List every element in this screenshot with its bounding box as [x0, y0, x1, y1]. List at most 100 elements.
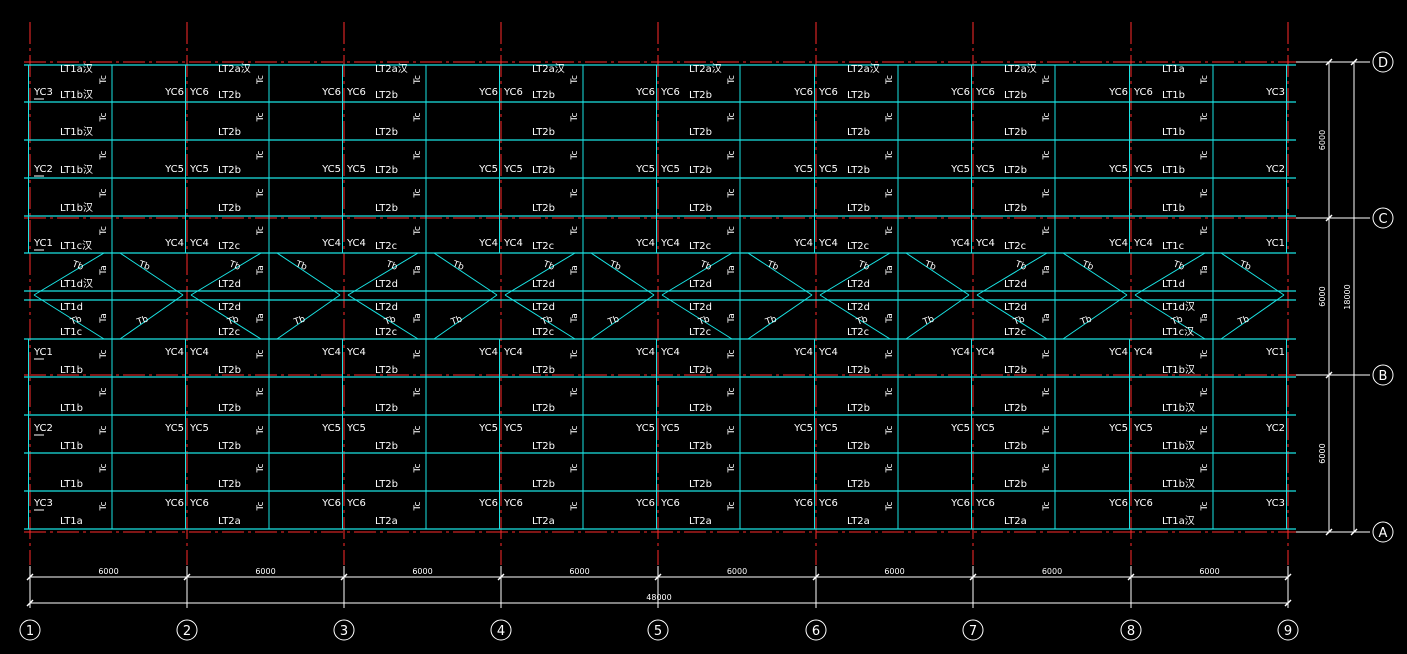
column-label-edge: YC1 [33, 238, 53, 249]
column-label-mid: YC6 [793, 87, 813, 98]
beam-label: LT2d [532, 302, 555, 313]
beam-label: LT2b [532, 479, 555, 490]
tc-label: Tc [727, 425, 737, 435]
beam-label: LT2b [375, 165, 398, 176]
tc-label: Tc [413, 387, 423, 397]
tc-label: Tc [885, 188, 895, 198]
beam-label: LT1b汉 [60, 89, 93, 101]
ta-label: Ta [1042, 265, 1052, 276]
beam-label: LT2c [218, 241, 240, 252]
axis-bubble-label: 7 [969, 624, 977, 639]
ta-label: Ta [413, 265, 423, 276]
column-label-mid: YC4 [975, 347, 995, 358]
column-label-mid: YC6 [189, 87, 209, 98]
column-label-mid: YC4 [1108, 238, 1128, 249]
column-label-mid: YC4 [818, 347, 838, 358]
beam-label: LT2b [218, 479, 241, 490]
ta-label: Ta [1042, 313, 1052, 324]
dim-bay-label: 6000 [98, 567, 118, 576]
column-label-mid: YC6 [793, 498, 813, 509]
tc-label: Tc [413, 75, 423, 85]
tc-label: Tc [727, 226, 737, 236]
beam-label: LT2b [689, 479, 712, 490]
column-label-mid: YC6 [189, 498, 209, 509]
ta-label: Ta [727, 265, 737, 276]
column-label-mid: YC4 [793, 238, 813, 249]
beam-label: LT2d [218, 279, 241, 290]
column-label-mid: YC4 [635, 347, 655, 358]
tc-label: Tc [1042, 425, 1052, 435]
beam-label: LT2d [689, 279, 712, 290]
axis-bubble-label: 6 [812, 624, 820, 639]
column-label-mid: YC5 [321, 423, 341, 434]
column-label-edge: YC2 [33, 164, 53, 175]
column-label-mid: YC5 [164, 164, 184, 175]
column-label-mid: YC6 [950, 498, 970, 509]
column-label-mid: YC4 [164, 238, 184, 249]
column-label-mid: YC5 [1133, 423, 1153, 434]
column-label-mid: YC4 [793, 347, 813, 358]
ta-label: Ta [99, 265, 109, 276]
beam-label: LT2b [532, 203, 555, 214]
beam-label: LT2c [532, 327, 554, 338]
tc-label: Tc [99, 425, 109, 435]
beam-label: LT1b [60, 365, 83, 376]
tc-label: Tc [1042, 75, 1052, 85]
tc-label: Tc [413, 349, 423, 359]
beam-label: LT2c [218, 327, 240, 338]
beam-label: LT2a汉 [689, 63, 722, 75]
beam-label: LT2b [218, 203, 241, 214]
tc-label: Tc [727, 501, 737, 511]
beam-label: LT2a汉 [532, 63, 565, 75]
beam-label: LT2b [689, 403, 712, 414]
beam-label: LT2b [847, 441, 870, 452]
dim-right-total-label: 18000 [1343, 284, 1352, 309]
beam-label: LT2d [847, 302, 870, 313]
column-label-mid: YC5 [164, 423, 184, 434]
beam-label: LT2b [375, 203, 398, 214]
beam-label: LT2b [375, 479, 398, 490]
tc-label: Tc [99, 112, 109, 122]
tc-label: Tc [570, 150, 580, 160]
beam-label: LT2a汉 [375, 63, 408, 75]
column-label-mid: YC5 [189, 164, 209, 175]
beam-label: LT1b [1162, 165, 1185, 176]
tc-label: Tc [885, 349, 895, 359]
beam-label: LT2b [375, 127, 398, 138]
column-label-mid: YC6 [1133, 498, 1153, 509]
column-label-mid: YC4 [346, 347, 366, 358]
ta-label: Ta [1200, 265, 1210, 276]
column-label-mid: YC6 [503, 498, 523, 509]
beam-label: LT2c [532, 241, 554, 252]
tc-label: Tc [1042, 188, 1052, 198]
column-label-edge: YC2 [1265, 164, 1285, 175]
column-label-edge: YC3 [1265, 87, 1285, 98]
axis-bubble-label: D [1378, 56, 1388, 71]
tc-label: Tc [1200, 150, 1210, 160]
dim-right-segment-label: 6000 [1318, 443, 1327, 463]
column-label-edge: YC2 [1265, 423, 1285, 434]
column-label-mid: YC5 [975, 164, 995, 175]
ta-label: Ta [727, 313, 737, 324]
beam-label: LT2b [375, 403, 398, 414]
column-label-mid: YC5 [346, 164, 366, 175]
tc-label: Tc [727, 463, 737, 473]
tc-label: Tc [256, 188, 266, 198]
tc-label: Tc [570, 501, 580, 511]
beam-label: LT2b [689, 90, 712, 101]
axis-bubble-label: C [1378, 212, 1387, 227]
column-label-mid: YC5 [793, 164, 813, 175]
beam-label: LT2c [375, 327, 397, 338]
column-label-mid: YC4 [950, 238, 970, 249]
column-label-mid: YC6 [950, 87, 970, 98]
tc-label: Tc [256, 75, 266, 85]
beam-label: LT1b [1162, 203, 1185, 214]
column-label-mid: YC4 [950, 347, 970, 358]
beam-label: LT2a汉 [218, 63, 251, 75]
beam-label: LT2b [689, 203, 712, 214]
tc-label: Tc [256, 112, 266, 122]
column-label-mid: YC5 [478, 423, 498, 434]
beam-label: LT1b [60, 441, 83, 452]
beam-label: LT2b [218, 90, 241, 101]
beam-label: LT1d [1162, 279, 1185, 290]
